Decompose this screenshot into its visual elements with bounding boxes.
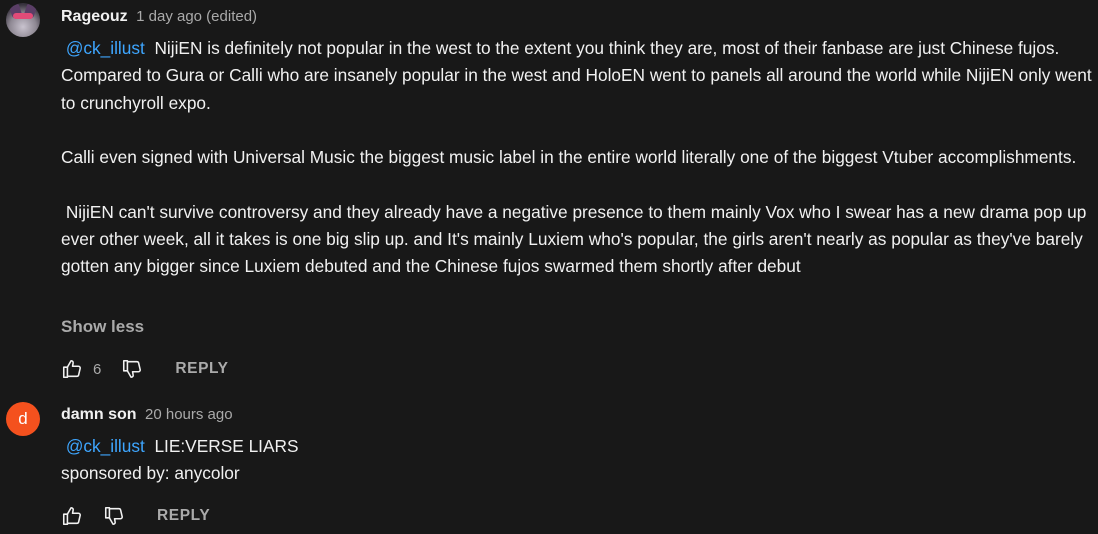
comment-actions: REPLY (61, 504, 210, 528)
paragraph-1-text: NijiEN is definitely not popular in the … (61, 38, 1097, 113)
comment-header: Rageouz 1 day ago (edited) (61, 7, 257, 27)
comment-line-2: sponsored by: anycolor (61, 463, 240, 484)
reply-button[interactable]: REPLY (157, 507, 210, 525)
mention-link[interactable]: @ck_illust (66, 38, 145, 58)
comment-timestamp[interactable]: 20 hours ago (145, 406, 233, 423)
comment-actions: 6 REPLY (61, 357, 229, 381)
thumbs-down-icon (104, 506, 123, 526)
avatar-band (13, 13, 33, 19)
cat-avatar-icon[interactable] (6, 3, 40, 37)
author-name[interactable]: damn son (61, 406, 137, 423)
show-less-button[interactable]: Show less (61, 317, 144, 337)
paragraph-1: @ck_illust NijiEN is definitely not popu… (61, 38, 1097, 113)
paragraph-3: NijiEN can't survive controversy and the… (61, 201, 1092, 277)
like-button[interactable] (61, 505, 83, 527)
thumbs-up-icon (62, 506, 81, 526)
dislike-button[interactable] (121, 358, 143, 380)
comment-timestamp[interactable]: 1 day ago (edited) (136, 8, 257, 25)
like-count: 6 (93, 360, 102, 378)
comment-header: damn son 20 hours ago (61, 405, 233, 425)
like-button[interactable] (61, 358, 83, 380)
comment-body: @ck_illust LIE:VERSE LIARS sponsored by:… (61, 433, 1096, 488)
reply-button[interactable]: REPLY (175, 360, 228, 378)
comment-line-1: LIE:VERSE LIARS (154, 436, 299, 456)
thumbs-up-icon (62, 359, 81, 379)
comment-body: @ck_illust NijiEN is definitely not popu… (61, 35, 1096, 281)
dislike-button[interactable] (103, 505, 125, 527)
author-name[interactable]: Rageouz (61, 8, 128, 25)
paragraph-2: Calli even signed with Universal Music t… (61, 147, 1077, 168)
mention-link[interactable]: @ck_illust (66, 436, 145, 456)
avatar[interactable]: d (6, 402, 40, 436)
thumbs-down-icon (123, 359, 142, 379)
